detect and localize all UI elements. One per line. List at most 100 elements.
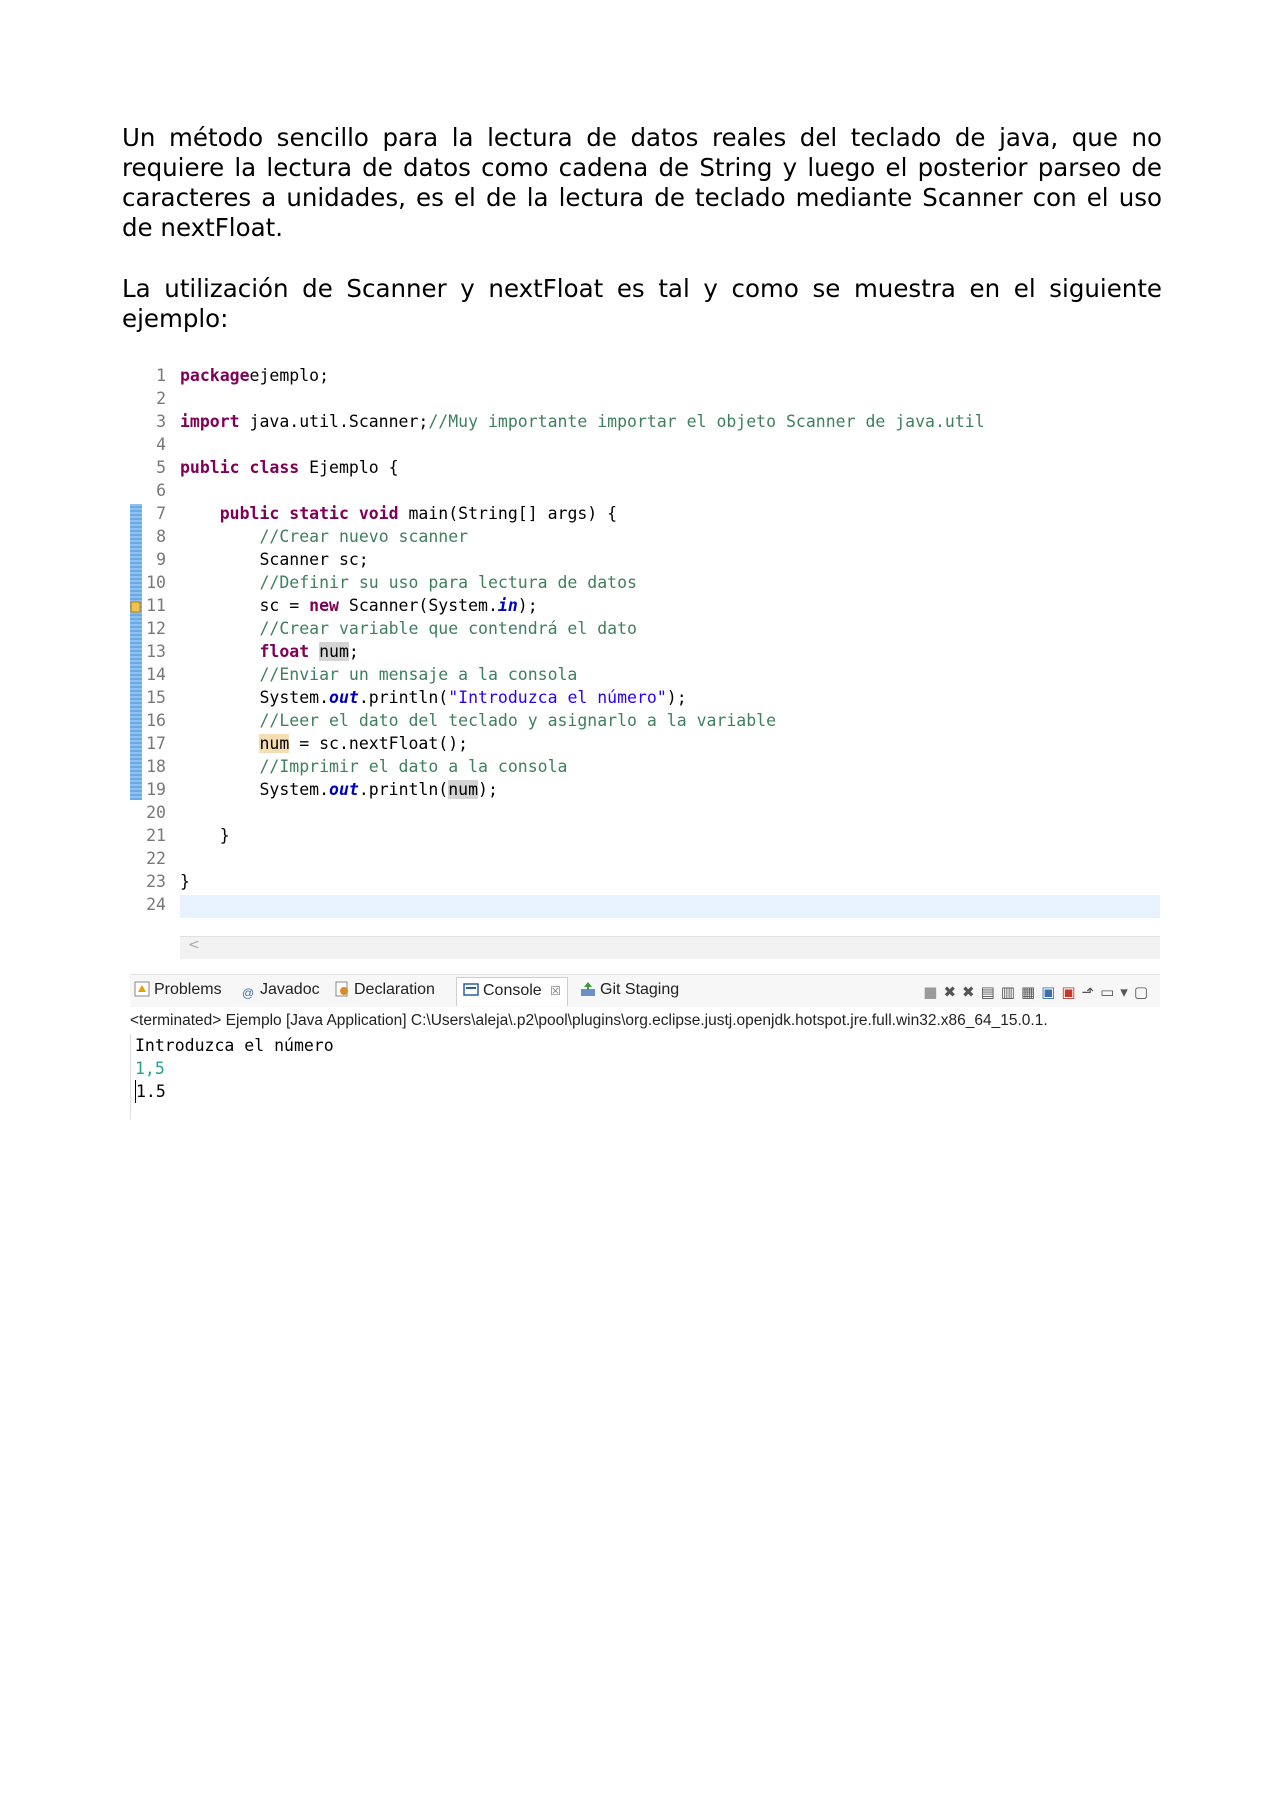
- code-token: main(String[] args) {: [398, 504, 618, 523]
- code-line[interactable]: 22: [130, 847, 180, 870]
- remove-all-launches-icon[interactable]: ✖: [962, 983, 981, 1001]
- code-line[interactable]: 18 //Imprimir el dato a la consola: [130, 755, 567, 778]
- line-number: 22: [146, 849, 166, 868]
- tab-git-staging-label: Git Staging: [600, 981, 680, 998]
- code-token: );: [666, 688, 687, 707]
- word-wrap-icon[interactable]: ▦: [1021, 983, 1041, 1001]
- code-line[interactable]: 21 }: [130, 824, 230, 847]
- code-token: .println(: [358, 780, 449, 799]
- code-line[interactable]: 17 num = sc.nextFloat();: [130, 732, 468, 755]
- line-number: 14: [146, 665, 166, 684]
- code-token: "Introduzca el número": [448, 688, 667, 707]
- console-status: <terminated> Ejemplo [Java Application] …: [130, 1012, 1048, 1029]
- code-token: float: [259, 642, 310, 661]
- example-paragraph: La utilización de Scanner y nextFloat es…: [122, 274, 1162, 333]
- code-line[interactable]: 4: [130, 433, 180, 456]
- code-line[interactable]: 5 public class Ejemplo {: [130, 456, 399, 479]
- new-console-icon[interactable]: ▢: [1134, 983, 1154, 1001]
- code-line[interactable]: 8 //Crear nuevo scanner: [130, 525, 468, 548]
- code-token: public class: [180, 458, 300, 477]
- scroll-left-icon[interactable]: <: [188, 937, 200, 953]
- line-number: 12: [146, 619, 166, 638]
- pin-console-icon[interactable]: ⬏: [1082, 983, 1101, 1001]
- line-number: 5: [156, 458, 166, 477]
- git-staging-icon: [581, 982, 595, 996]
- code-line[interactable]: 15 System.out.println("Introduzca el núm…: [130, 686, 687, 709]
- code-token: in: [497, 596, 518, 615]
- line-number: 11: [146, 596, 166, 615]
- code-token: ejemplo;: [249, 366, 330, 385]
- line-number: 17: [146, 734, 166, 753]
- console-output[interactable]: Introduzca el número 1,5 1.5: [130, 1034, 1161, 1119]
- console-input-line: 1,5: [135, 1059, 165, 1078]
- show-stdout-icon[interactable]: ▣: [1041, 983, 1061, 1001]
- close-icon[interactable]: ☒: [550, 984, 561, 998]
- console-result-line: 1.5: [135, 1080, 166, 1103]
- line-number: 16: [146, 711, 166, 730]
- code-token: );: [478, 780, 498, 799]
- code-line[interactable]: 14 //Enviar un mensaje a la consola: [130, 663, 577, 686]
- line-number: 21: [146, 826, 166, 845]
- code-line[interactable]: 16 //Leer el dato del teclado y asignarl…: [130, 709, 776, 732]
- code-line[interactable]: 3 import java.util.Scanner;//Muy importan…: [130, 410, 985, 433]
- code-line[interactable]: 2: [130, 387, 180, 410]
- code-line[interactable]: 13 float num;: [130, 640, 359, 663]
- code-token: System.: [180, 780, 330, 799]
- code-token: ;: [348, 642, 359, 661]
- tab-javadoc-label: Javadoc: [260, 981, 320, 998]
- code-token: package: [180, 366, 250, 385]
- tab-javadoc[interactable]: @ Javadoc: [242, 981, 320, 1002]
- tab-problems[interactable]: Problems: [134, 981, 222, 999]
- display-console-icon[interactable]: ▭: [1100, 983, 1120, 1001]
- tab-console[interactable]: Console ☒: [456, 977, 568, 1006]
- code-line[interactable]: 9 Scanner sc;: [130, 548, 369, 571]
- clear-console-icon[interactable]: ▤: [981, 983, 1001, 1001]
- code-editor[interactable]: 1 packageejemplo; 2 3 import java.util.Scann…: [130, 364, 1160, 959]
- tab-declaration-label: Declaration: [354, 981, 435, 998]
- code-token: .println(: [358, 688, 449, 707]
- tab-problems-label: Problems: [154, 981, 222, 998]
- code-line[interactable]: 6: [130, 479, 180, 502]
- horizontal-scrollbar[interactable]: <: [180, 936, 1160, 959]
- code-line[interactable]: 24: [130, 893, 180, 916]
- chevron-down-icon[interactable]: ▾: [1120, 983, 1134, 1001]
- line-number: 6: [156, 481, 166, 500]
- code-line[interactable]: 10 //Definir su uso para lectura de dato…: [130, 571, 637, 594]
- current-line-highlight: [180, 895, 1160, 918]
- code-token: Scanner sc;: [180, 550, 369, 569]
- line-number: 13: [146, 642, 166, 661]
- show-stderr-icon[interactable]: ▣: [1061, 983, 1081, 1001]
- console-icon: [463, 983, 479, 996]
- code-token: }: [180, 872, 190, 891]
- code-token: num: [319, 642, 349, 661]
- problems-icon: [134, 981, 150, 997]
- code-token: //Enviar un mensaje a la consola: [259, 665, 578, 684]
- line-number: 23: [146, 872, 166, 891]
- line-number: 2: [156, 389, 166, 408]
- code-line[interactable]: 11 sc = new Scanner(System.in);: [130, 594, 538, 617]
- tab-git-staging[interactable]: Git Staging: [580, 981, 679, 999]
- terminate-icon[interactable]: ■: [923, 983, 943, 1001]
- line-number: 24: [146, 895, 166, 914]
- code-line[interactable]: 23}: [130, 870, 190, 893]
- intro-paragraph: Un método sencillo para la lectura de da…: [122, 123, 1162, 242]
- code-line[interactable]: 1 packageejemplo;: [130, 364, 329, 387]
- code-line[interactable]: 12 //Crear variable que contendrá el dat…: [130, 617, 637, 640]
- tab-console-label: Console: [483, 982, 542, 999]
- code-line[interactable]: 7 public static void main(String[] args)…: [130, 502, 617, 525]
- line-number: 8: [156, 527, 166, 546]
- view-tab-bar: Problems @ Javadoc Declaration Console ☒ …: [130, 974, 1160, 1007]
- code-token: out: [329, 780, 359, 799]
- document-page: Un método sencillo para la lectura de da…: [0, 0, 1280, 1811]
- eclipse-screenshot: 1 packageejemplo; 2 3 import java.util.Scann…: [130, 364, 1160, 1119]
- remove-launch-icon[interactable]: ✖: [943, 983, 962, 1001]
- scroll-lock-icon[interactable]: ▥: [1001, 983, 1021, 1001]
- code-line[interactable]: 19 System.out.println(num);: [130, 778, 498, 801]
- console-prompt-line: Introduzca el número: [135, 1036, 334, 1055]
- tab-declaration[interactable]: Declaration: [334, 981, 435, 999]
- code-token: out: [329, 688, 359, 707]
- code-line[interactable]: 20: [130, 801, 180, 824]
